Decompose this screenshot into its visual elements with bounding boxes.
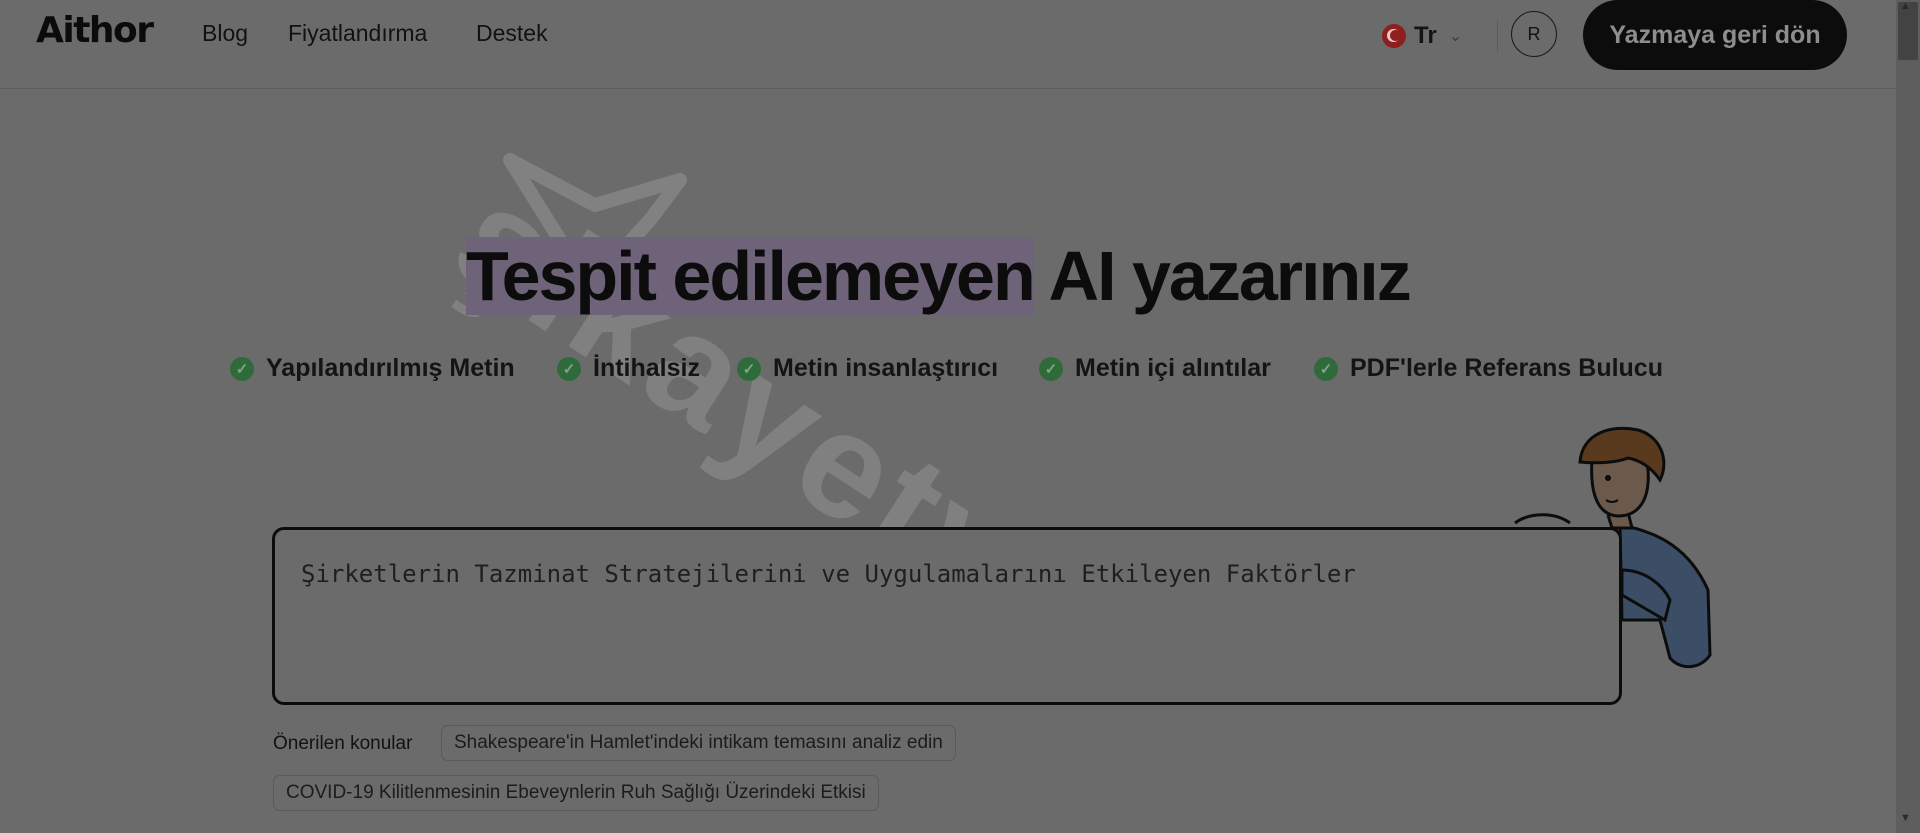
feature-label: İntihalsiz — [593, 354, 700, 382]
feature-item: ✓ İntihalsiz — [557, 354, 700, 383]
check-circle-icon: ✓ — [737, 356, 761, 381]
suggestion-chip[interactable]: COVID-19 Kilitlenmesinin Ebeveynlerin Ru… — [273, 775, 879, 811]
feature-item: ✓ PDF'lerle Referans Bulucu — [1314, 354, 1663, 383]
scrollbar-track[interactable] — [1896, 0, 1920, 833]
top-nav: Aithor Blog Fiyatlandırma Destek Tr ⌄ R … — [0, 0, 1896, 89]
nav-blog[interactable]: Blog — [202, 20, 248, 47]
language-label: Tr — [1414, 22, 1437, 49]
user-avatar[interactable]: R — [1511, 11, 1557, 57]
hero-title-highlight: Tespit edilemeyen — [466, 237, 1036, 315]
check-circle-icon: ✓ — [1314, 356, 1338, 381]
turkey-flag-icon — [1382, 24, 1406, 48]
feature-label: Metin insanlaştırıcı — [773, 354, 999, 382]
feature-label: Yapılandırılmış Metin — [266, 354, 515, 382]
nav-pricing[interactable]: Fiyatlandırma — [288, 20, 427, 47]
page: Aithor Blog Fiyatlandırma Destek Tr ⌄ R … — [0, 0, 1920, 833]
check-circle-icon: ✓ — [557, 356, 581, 381]
suggested-topics-label: Önerilen konular — [273, 733, 413, 754]
feature-label: Metin içi alıntılar — [1075, 354, 1271, 382]
chevron-down-icon: ⌄ — [1448, 28, 1463, 45]
aithor-logo[interactable]: Aithor — [36, 10, 154, 51]
back-to-writing-button[interactable]: Yazmaya geri dön — [1583, 0, 1847, 70]
topic-input-value: Şirketlerin Tazminat Stratejilerini ve U… — [301, 560, 1356, 588]
check-circle-icon: ✓ — [1039, 356, 1063, 381]
feature-label: PDF'lerle Referans Bulucu — [1350, 354, 1663, 382]
scroll-up-arrow-icon[interactable]: ▲ — [1900, 0, 1911, 12]
feature-item: ✓ Metin insanlaştırıcı — [737, 354, 998, 383]
suggestion-chip[interactable]: Shakespeare'in Hamlet'indeki intikam tem… — [441, 725, 956, 761]
hero-title-rest: AI yazarınız — [1033, 237, 1412, 315]
scroll-down-arrow-icon[interactable]: ▼ — [1900, 812, 1911, 824]
topic-input[interactable]: Şirketlerin Tazminat Stratejilerini ve U… — [272, 527, 1622, 705]
feature-item: ✓ Yapılandırılmış Metin — [230, 354, 515, 383]
nav-support[interactable]: Destek — [476, 20, 548, 47]
check-circle-icon: ✓ — [230, 356, 254, 381]
hero-title: Tespit edilemeyen AI yazarınız — [466, 236, 1466, 316]
feature-item: ✓ Metin içi alıntılar — [1039, 354, 1271, 383]
language-selector[interactable]: Tr ⌄ — [1382, 21, 1462, 51]
header-divider — [1497, 20, 1498, 52]
